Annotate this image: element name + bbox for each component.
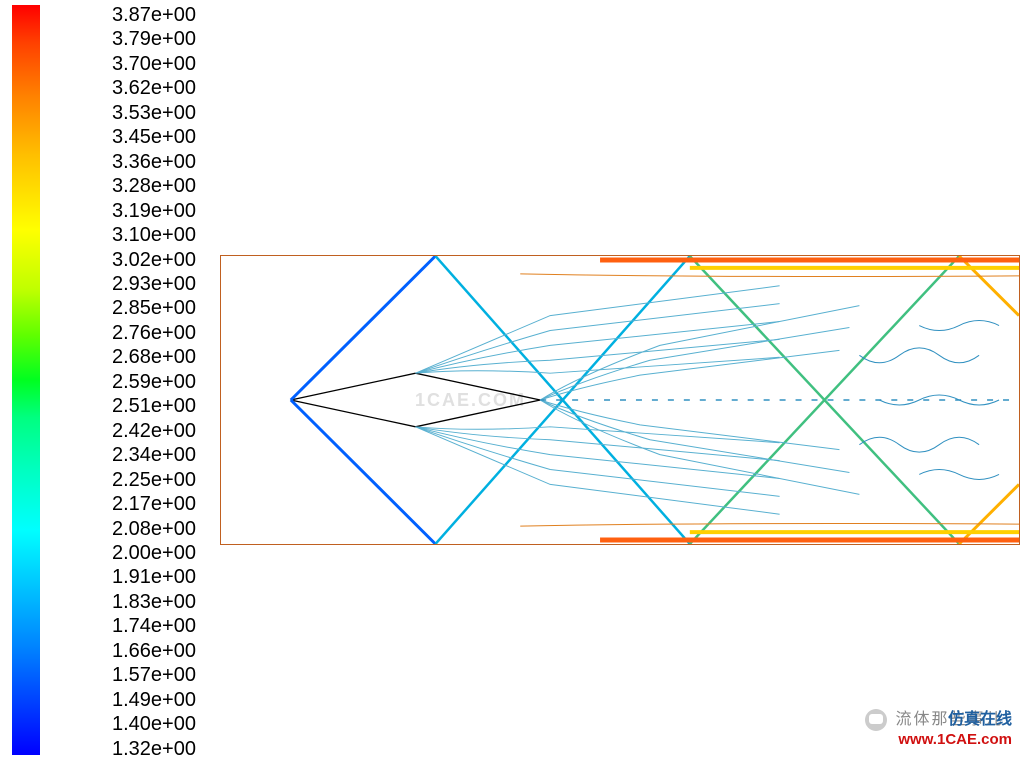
outer-contour-lower — [520, 523, 1019, 526]
legend-value: 1.74e+00 — [112, 616, 196, 640]
watermark-overlay: 仿真在线 — [948, 711, 1012, 728]
bow-shock-upper — [291, 256, 436, 400]
legend-value: 2.17e+00 — [112, 494, 196, 518]
legend-value: 3.19e+00 — [112, 201, 196, 225]
legend-value: 2.68e+00 — [112, 347, 196, 371]
legend-value: 2.25e+00 — [112, 470, 196, 494]
legend-value: 1.40e+00 — [112, 714, 196, 738]
legend-value: 1.49e+00 — [112, 690, 196, 714]
bow-shock-lower — [291, 400, 436, 544]
legend-value: 2.42e+00 — [112, 421, 196, 445]
legend-value: 2.34e+00 — [112, 445, 196, 469]
outer-contour-upper — [520, 274, 1019, 277]
legend-value-list: 3.87e+00 3.79e+00 3.70e+00 3.62e+00 3.53… — [112, 5, 196, 763]
legend-value: 1.83e+00 — [112, 592, 196, 616]
expansion-fan-lower — [416, 400, 860, 514]
chat-icon — [865, 709, 887, 731]
legend-value: 2.00e+00 — [112, 543, 196, 567]
legend-value: 3.79e+00 — [112, 29, 196, 53]
legend-value: 1.66e+00 — [112, 641, 196, 665]
legend-value: 2.85e+00 — [112, 298, 196, 322]
legend-value: 1.57e+00 — [112, 665, 196, 689]
shock-warm-lower — [959, 484, 1019, 544]
corner-watermark: 流体那些事儿 仿真在线 www.1CAE.com — [865, 705, 1012, 748]
legend-value: 3.45e+00 — [112, 127, 196, 151]
legend-value: 3.02e+00 — [112, 250, 196, 274]
legend-value: 1.32e+00 — [112, 739, 196, 763]
legend-value: 1.91e+00 — [112, 567, 196, 591]
legend-value: 3.53e+00 — [112, 103, 196, 127]
watermark-url: www.1CAE.com — [865, 731, 1012, 748]
legend-value: 3.70e+00 — [112, 54, 196, 78]
expansion-fan-upper — [416, 286, 860, 400]
contour-svg — [221, 256, 1019, 544]
legend-value: 2.51e+00 — [112, 396, 196, 420]
shock-warm-upper — [959, 256, 1019, 316]
legend-value: 3.10e+00 — [112, 225, 196, 249]
contour-plot — [220, 255, 1020, 545]
legend-value: 2.93e+00 — [112, 274, 196, 298]
legend-value: 3.28e+00 — [112, 176, 196, 200]
diamond-airfoil — [291, 373, 540, 427]
legend-value: 2.08e+00 — [112, 519, 196, 543]
legend-value: 2.59e+00 — [112, 372, 196, 396]
legend-value: 2.76e+00 — [112, 323, 196, 347]
legend-color-bar — [12, 5, 40, 755]
legend-value: 3.62e+00 — [112, 78, 196, 102]
legend-value: 3.36e+00 — [112, 152, 196, 176]
legend-value: 3.87e+00 — [112, 5, 196, 29]
